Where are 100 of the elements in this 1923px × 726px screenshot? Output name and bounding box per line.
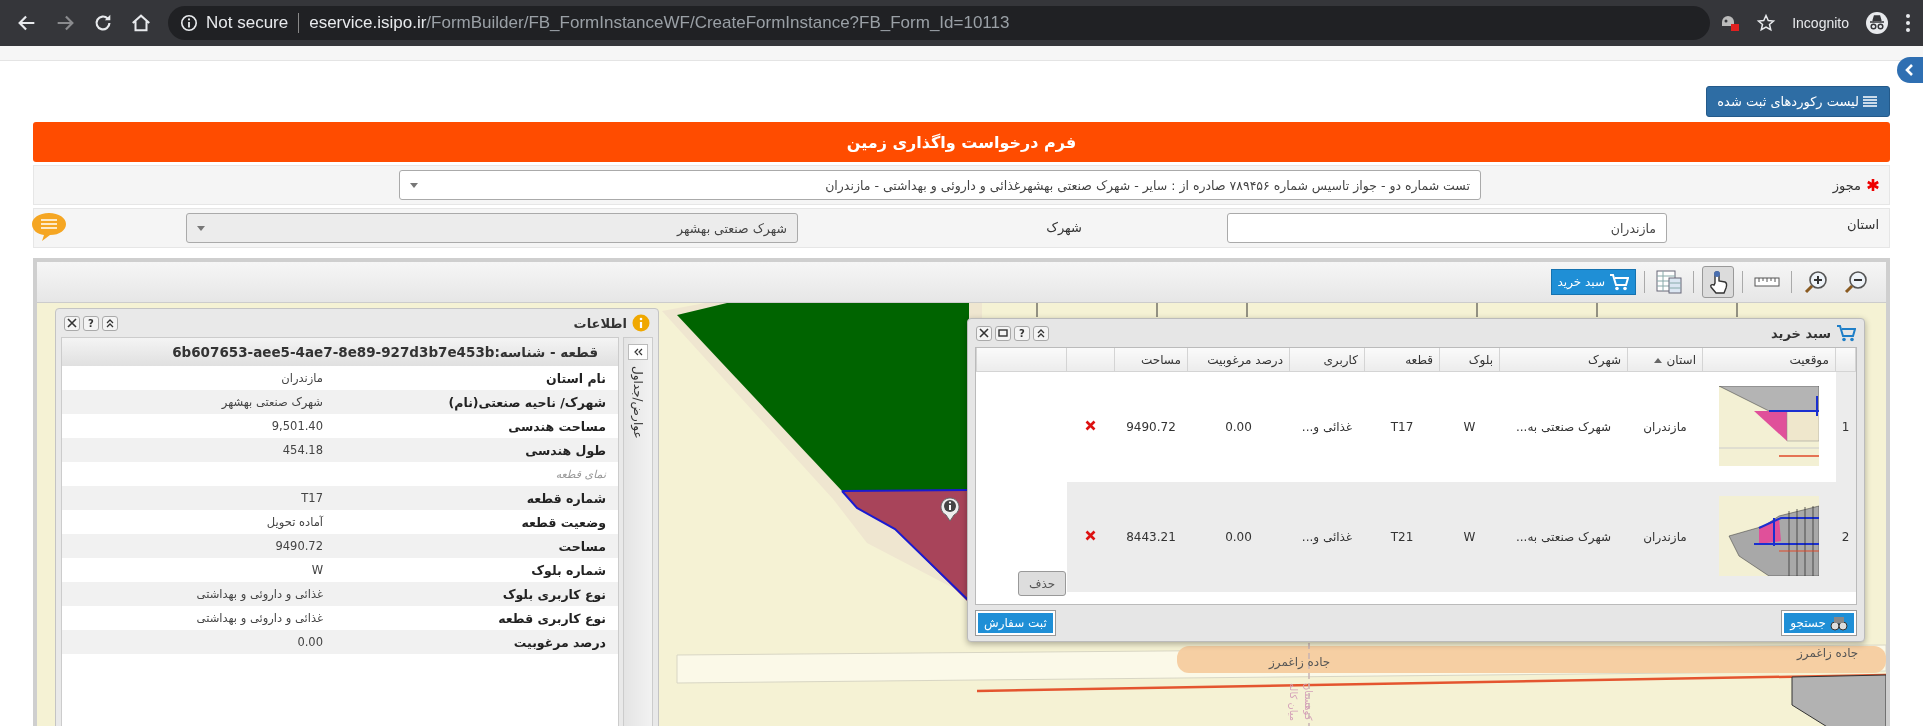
field-value: غذائی و داروئی و بهداشتی (195, 587, 323, 601)
expand-button[interactable] (628, 344, 648, 360)
column-header[interactable]: موقعیت (1702, 348, 1836, 372)
field-value: شهرک صنعتی بهشهر (220, 395, 323, 409)
maximize-icon (998, 328, 1008, 338)
ruler-icon[interactable] (1754, 276, 1780, 288)
delete-icon[interactable] (1085, 530, 1096, 541)
field-label: نوع کاربری بلوک (501, 586, 607, 602)
field-value: غذائی و داروئی و بهداشتی (195, 611, 323, 625)
parcel-id-heading: قطعه - شناسه:6b607653-aee5-4ae7-8e89-927d3b7e453b (62, 338, 618, 366)
table-cell: شهرک صنعتی به... (1499, 482, 1628, 592)
help-button[interactable]: ? (83, 315, 99, 331)
maximize-button[interactable] (995, 325, 1011, 341)
column-header[interactable]: مساحت (1114, 348, 1188, 372)
menu-icon[interactable] (1905, 13, 1911, 33)
boundary-label: میان کاله (1288, 683, 1299, 722)
url-text[interactable]: eservice.isipo.ir/FormBuilder/FB_FormInstanceWF/CreateFormInstance?FB_Form_Id=10113 (309, 13, 1010, 33)
field-label: شهرک/ ناحیه صنعتی(نام) (447, 394, 607, 410)
incognito-icon[interactable] (1865, 11, 1889, 35)
field-label: شماره قطعه (525, 490, 607, 506)
row-number: 1 (1835, 371, 1856, 482)
field-label: مجوز (1832, 177, 1861, 193)
dropdown-caret-icon[interactable] (410, 182, 418, 188)
table-cell: مازندران (1627, 371, 1703, 482)
hand-pointer-icon[interactable] (1707, 270, 1729, 294)
road-label: جاده زاغمرز (1797, 646, 1859, 660)
info-pin-icon[interactable] (939, 496, 961, 522)
info-icon (632, 314, 650, 332)
column-header[interactable]: شهرک (1499, 348, 1628, 372)
field-value: T17 (300, 491, 323, 505)
cart-button[interactable]: سبد خرید (1550, 269, 1636, 295)
close-icon (67, 318, 77, 328)
field-value: 9,501.40 (270, 419, 323, 433)
field-label: درصد مرغوبیت (512, 634, 607, 650)
star-icon[interactable] (1756, 13, 1777, 33)
extension-icon[interactable] (1720, 14, 1741, 32)
column-header[interactable]: کاربری (1289, 348, 1365, 372)
table-cell: غذائی و... (1289, 371, 1365, 482)
column-header[interactable]: استان (1627, 348, 1703, 372)
records-list-button[interactable]: لیست رکوردهای ثبت شده (1706, 86, 1890, 117)
collapse-button[interactable] (1033, 325, 1049, 341)
info-icon[interactable] (180, 14, 198, 32)
table-cell: غذائی و... (1289, 482, 1365, 592)
table-cell: مازندران (1627, 482, 1703, 592)
table-cell: شهرک صنعتی به... (1499, 371, 1628, 482)
form-title: فرم درخواست واگذاری زمین (33, 122, 1890, 162)
section-label: نمای قطعه (555, 467, 607, 481)
field-label: نوع کاربری قطعه (497, 610, 607, 626)
column-header[interactable]: قطعه (1364, 348, 1440, 372)
column-header[interactable]: درصد مرغوبیت (1187, 348, 1290, 372)
field-value: 9490.72 (274, 539, 323, 553)
field-label: مساحت هندسی (507, 418, 607, 434)
field-value: 454.18 (281, 443, 323, 457)
chevron-left-icon (1905, 64, 1915, 76)
cart-icon (1836, 324, 1856, 342)
binoculars-icon (1830, 615, 1848, 631)
panel-title: اطلاعات (573, 315, 627, 331)
delete-icon[interactable] (1085, 420, 1096, 431)
security-label: Not secure (206, 13, 289, 33)
field-value: W (310, 563, 323, 577)
close-icon (979, 328, 989, 338)
dialog-title: سبد خرید (1771, 325, 1831, 341)
license-select[interactable]: تست شماره دو - جواز تاسیس شماره ۷۸۹۴۵۶ صادره از : سایر - شهرک صنعتی بهشهرغذائی و داروئی و بهداشتی - مازندران (399, 170, 1481, 200)
list-icon (1863, 95, 1877, 108)
field-label: مساحت (557, 538, 607, 554)
close-button[interactable] (976, 325, 992, 341)
field-value: آماده تحویل (265, 515, 323, 529)
table-cell: 0.00 (1187, 371, 1290, 482)
help-button[interactable]: ? (1014, 325, 1030, 341)
table-cell: W (1439, 371, 1500, 482)
province-input[interactable]: مازندران (1227, 213, 1667, 243)
close-button[interactable] (64, 315, 80, 331)
row-number: 2 (1835, 482, 1856, 592)
road-label: جاده زاغمرز (1269, 655, 1331, 669)
double-chevron-up-icon (105, 318, 115, 328)
zoom-out-icon[interactable] (1843, 269, 1869, 295)
table-cell: T17 (1364, 371, 1440, 482)
table-cell: T21 (1364, 482, 1440, 592)
submit-order-button[interactable]: ثبت سفارش (976, 611, 1055, 635)
search-button[interactable]: جستجو (1782, 611, 1856, 635)
field-label: وضعیت قطعه (520, 514, 607, 530)
cart-icon (1609, 273, 1629, 291)
features-tables-tab[interactable]: عوارض/جداول (631, 366, 645, 439)
field-label: استان (1847, 217, 1879, 232)
column-header[interactable]: بلوک (1439, 348, 1500, 372)
delete-button[interactable]: حذف (1018, 571, 1067, 596)
collapse-button[interactable] (102, 315, 118, 331)
field-label: شهرک (1046, 220, 1082, 235)
field-value: 0.00 (296, 635, 323, 649)
sidebar-toggle-button[interactable] (1897, 57, 1923, 83)
table-cell: 8443.21 (1114, 482, 1188, 592)
profile-label[interactable]: Incognito (1792, 15, 1849, 31)
table-cell: 9490.72 (1114, 371, 1188, 482)
table-cell: 0.00 (1187, 482, 1290, 592)
double-chevron-up-icon (1036, 328, 1046, 338)
table-cell: W (1439, 482, 1500, 592)
zoom-in-icon[interactable] (1803, 269, 1829, 295)
table-icon[interactable] (1656, 270, 1682, 294)
field-label: طول هندسی (524, 442, 607, 458)
field-value: مازندران (280, 371, 323, 385)
